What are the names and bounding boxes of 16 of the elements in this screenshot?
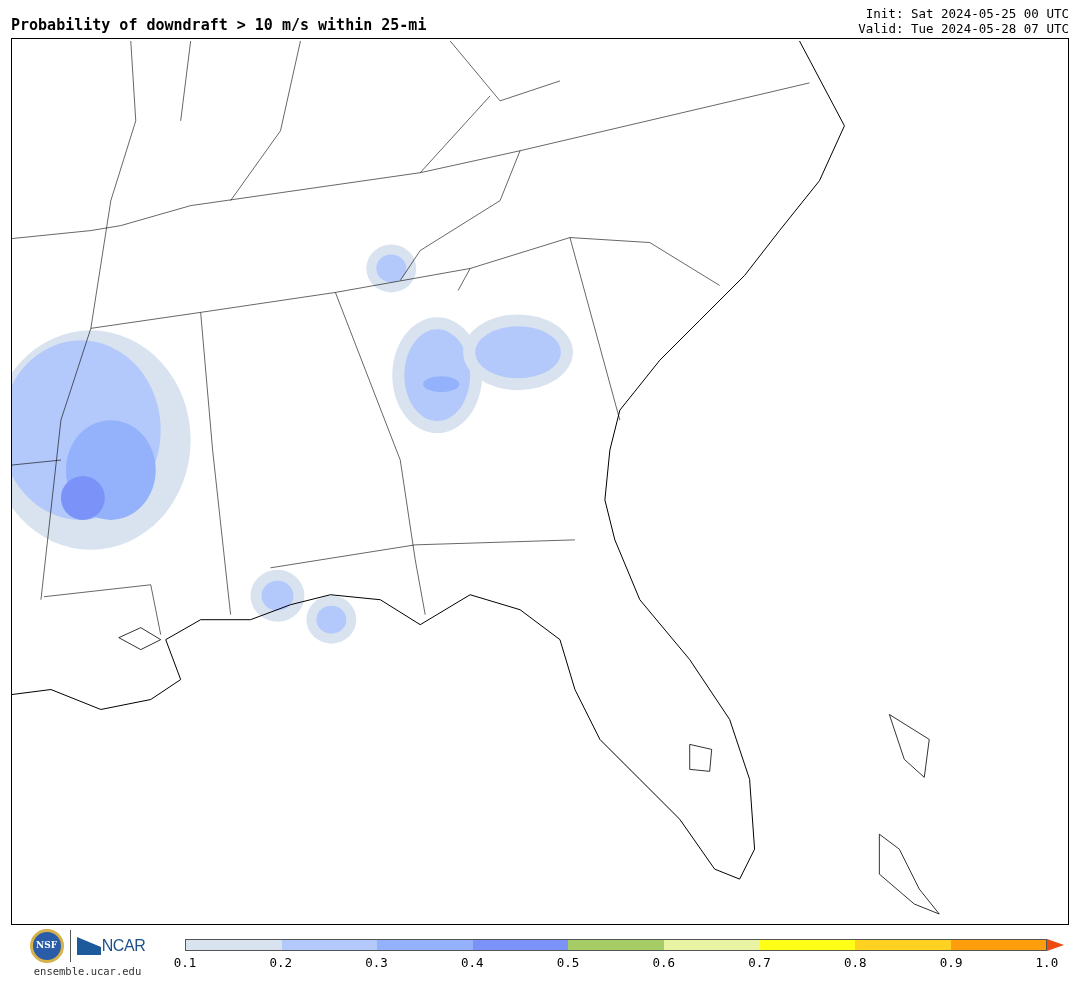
nsf-logo: NSF bbox=[29, 929, 64, 963]
colorbar-tick-label: 0.1 bbox=[172, 954, 198, 972]
valid-time: Valid: Tue 2024-05-28 07 UTC bbox=[858, 21, 1069, 36]
colorbar-tick-label: 0.8 bbox=[843, 954, 868, 972]
init-time: Init: Sat 2024-05-25 00 UTC bbox=[865, 6, 1069, 21]
colorbar-tick-label: 0.4 bbox=[460, 954, 485, 972]
colorbar-tick-label: 0.3 bbox=[364, 954, 389, 972]
colorbar-tick-label: 0.5 bbox=[555, 954, 581, 972]
site-url: ensemble.ucar.edu bbox=[33, 964, 142, 979]
colorbar-tick-label: 0.9 bbox=[938, 954, 964, 972]
colorbar-tick-label: 0.7 bbox=[747, 954, 772, 972]
colorbar-tick-label: 1.0 bbox=[1034, 954, 1060, 972]
colorbar-tick-label: 0.6 bbox=[651, 954, 677, 972]
colorbar-tick-label: 0.2 bbox=[268, 954, 294, 972]
chart-title: Probability of downdraft > 10 m/s within 25-mi bbox=[11, 18, 427, 33]
ncar-logo: NCAR bbox=[76, 934, 146, 958]
